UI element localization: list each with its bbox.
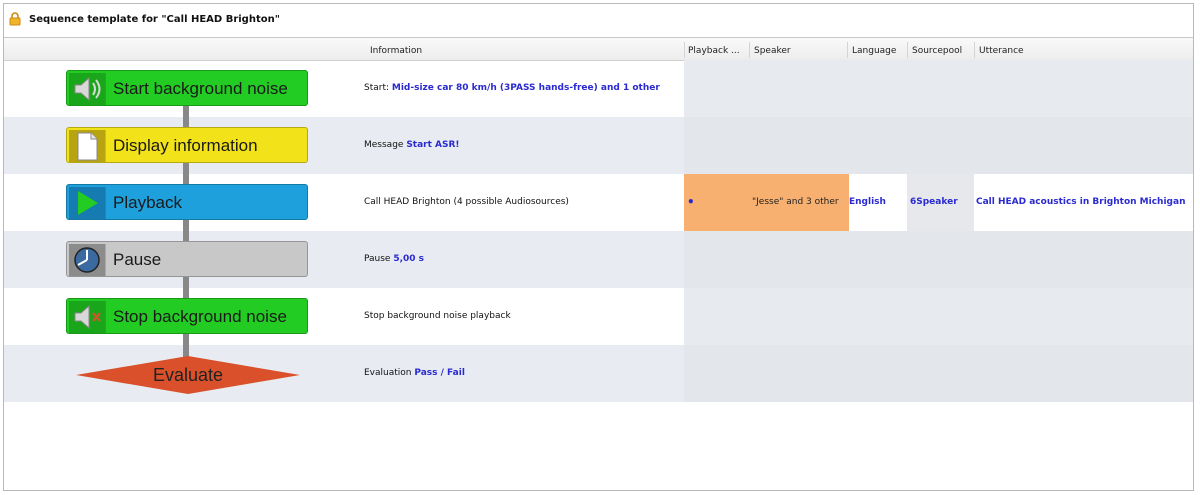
- step-pause[interactable]: Pause: [66, 241, 308, 277]
- column-utterance[interactable]: Utterance: [979, 46, 1024, 56]
- step-evaluate[interactable]: Evaluate: [76, 356, 300, 394]
- title-bar: Sequence template for "Call HEAD Brighto…: [4, 4, 1193, 38]
- step-label: Start background noise: [113, 79, 288, 98]
- step-info: Pause 5,00 s: [364, 254, 425, 264]
- play-icon: [69, 187, 106, 219]
- speaker-cell[interactable]: "Jesse" and 3 other: [752, 174, 839, 231]
- utterance-cell[interactable]: Call HEAD acoustics in Brighton Michigan: [976, 174, 1185, 231]
- step-start-background-noise[interactable]: Start background noise: [66, 70, 308, 106]
- step-stop-background-noise[interactable]: Stop background noise: [66, 298, 308, 334]
- speaker-muted-icon: [69, 301, 106, 333]
- sourcepool-cell[interactable]: 6Speaker: [910, 174, 958, 231]
- column-information[interactable]: Information: [370, 46, 422, 56]
- column-speaker[interactable]: Speaker: [754, 46, 791, 56]
- step-label: Display information: [113, 136, 258, 155]
- lock-icon: [9, 12, 21, 26]
- sequence-template-window: Sequence template for "Call HEAD Brighto…: [3, 3, 1194, 491]
- step-playback[interactable]: Playback: [66, 184, 308, 220]
- document-icon: [69, 130, 106, 162]
- playback-marker: •: [687, 195, 695, 209]
- step-label: Pause: [113, 250, 162, 269]
- window-title: Sequence template for "Call HEAD Brighto…: [29, 14, 280, 25]
- step-label: Stop background noise: [113, 307, 287, 326]
- column-playback[interactable]: Playback ...: [688, 46, 740, 56]
- pause-clock-icon: [69, 244, 106, 276]
- step-info: Evaluation Pass / Fail: [364, 368, 465, 378]
- step-display-information[interactable]: Display information: [66, 127, 308, 163]
- step-info: Stop background noise playback: [364, 311, 511, 321]
- step-label: Evaluate: [152, 365, 224, 385]
- column-sourcepool[interactable]: Sourcepool: [912, 46, 962, 56]
- column-header: Information Playback ... Speaker Languag…: [4, 38, 1193, 61]
- language-cell[interactable]: English: [849, 174, 886, 231]
- step-info: Start: Mid-size car 80 km/h (3PASS hands…: [364, 83, 660, 93]
- speaker-icon: [69, 73, 106, 105]
- step-info: Call HEAD Brighton (4 possible Audiosour…: [364, 197, 569, 207]
- step-info: Message Start ASR!: [364, 140, 460, 150]
- column-language[interactable]: Language: [852, 46, 896, 56]
- step-label: Playback: [113, 193, 182, 212]
